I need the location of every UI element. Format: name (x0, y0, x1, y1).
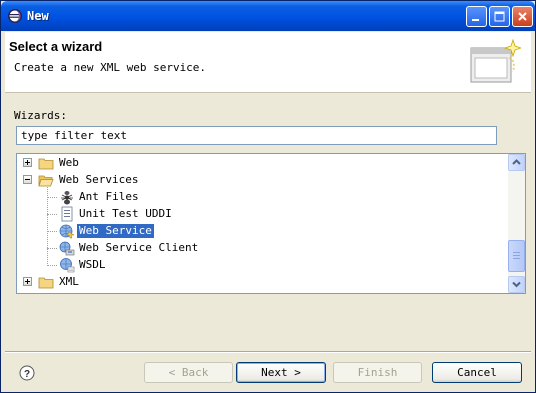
tree-item-label: Web (59, 156, 79, 169)
tree-item-web-service[interactable]: Web Service (17, 222, 507, 239)
scroll-down-button[interactable] (508, 276, 525, 293)
chevron-down-icon (512, 281, 521, 288)
wizard-header: Select a wizard Create a new XML web ser… (5, 32, 531, 93)
uddi-icon (61, 206, 73, 222)
tree-item-label: XML (59, 275, 79, 288)
title-bar[interactable]: New (1, 1, 535, 31)
tree-item-wsdl[interactable]: WSDL (17, 256, 507, 273)
maximize-button[interactable] (489, 6, 510, 27)
folder-open-icon (38, 175, 54, 187)
wizard-body: Wizards: Web (5, 93, 531, 349)
page-title: Select a wizard (9, 39, 103, 54)
back-button[interactable]: < Back (144, 362, 233, 383)
scroll-thumb[interactable] (508, 240, 525, 272)
button-bar-separator (5, 351, 531, 353)
tree-item-web-service-client[interactable]: Web Service Client (17, 239, 507, 256)
tree-item-label: Web Services (59, 173, 139, 186)
filter-input[interactable] (16, 126, 497, 145)
close-button[interactable] (512, 6, 533, 27)
maximize-icon (494, 11, 505, 22)
tree-item-web[interactable]: Web (17, 154, 507, 171)
tree-vertical-scrollbar[interactable] (508, 154, 525, 293)
web-service-client-icon (59, 241, 75, 256)
chevron-up-icon (512, 159, 521, 165)
scroll-up-button[interactable] (508, 154, 525, 171)
tree-item-unit-test-uddi[interactable]: Unit Test UDDI (17, 205, 507, 222)
svg-text:?: ? (24, 369, 30, 380)
wizard-banner-icon (470, 38, 521, 83)
window-title: New (27, 9, 49, 23)
finish-button[interactable]: Finish (333, 362, 422, 383)
wizard-tree[interactable]: Web Web Services Ant Files Unit Test UDD… (16, 153, 526, 294)
tree-item-label: Unit Test UDDI (79, 207, 172, 220)
cancel-button[interactable]: Cancel (432, 362, 522, 383)
collapse-icon[interactable] (23, 175, 32, 184)
wizards-label: Wizards: (14, 109, 67, 122)
tree-item-label: Web Service (76, 223, 155, 239)
new-wizard-dialog: New Select a wizard Create a new XML web… (0, 0, 536, 393)
minimize-button[interactable] (466, 6, 487, 27)
tree-item-web-services[interactable]: Web Services (17, 171, 507, 188)
page-description: Create a new XML web service. (14, 61, 207, 74)
tree-item-label: Web Service Client (79, 241, 199, 254)
folder-icon (38, 158, 54, 170)
wsdl-icon (60, 258, 75, 273)
web-service-icon (59, 224, 75, 239)
eclipse-icon (8, 9, 22, 23)
help-icon[interactable]: ? (19, 365, 35, 381)
ant-icon (61, 191, 73, 205)
tree-item-label: Ant Files (79, 190, 139, 203)
next-button[interactable]: Next > (236, 362, 326, 383)
folder-icon (38, 277, 54, 289)
expand-icon[interactable] (23, 277, 32, 286)
tree-item-xml[interactable]: XML (17, 273, 507, 290)
expand-icon[interactable] (23, 158, 32, 167)
close-icon (518, 12, 527, 21)
tree-item-ant-files[interactable]: Ant Files (17, 188, 507, 205)
minimize-icon (472, 19, 479, 21)
tree-item-label: WSDL (79, 258, 106, 271)
